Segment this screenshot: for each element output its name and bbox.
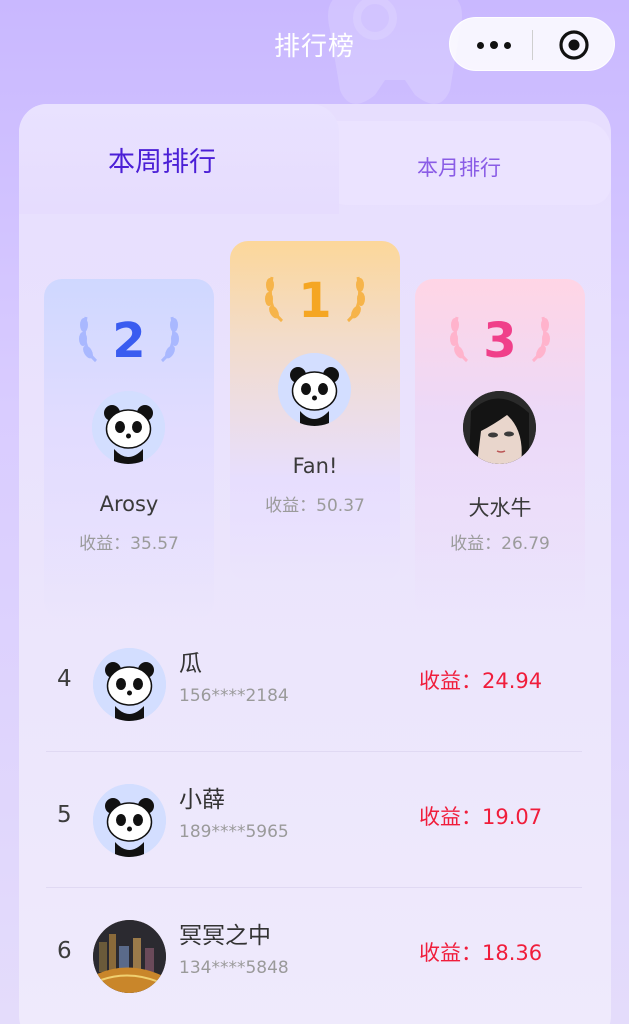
podium-name: Arosy <box>99 492 159 516</box>
close-target-icon[interactable] <box>557 28 591 62</box>
podium-name: 大水牛 <box>468 496 532 520</box>
avatar <box>93 648 166 721</box>
tab-weekly-ranking[interactable]: 本周排行 <box>108 140 216 179</box>
rank-number: 2 <box>112 313 146 369</box>
ranking-row[interactable]: 5 小薛 189****5965 收益：19.07 <box>46 752 584 889</box>
city-night-avatar-icon <box>93 920 166 993</box>
rank-number: 1 <box>298 273 332 329</box>
row-name: 瓜 <box>179 651 202 677</box>
row-rank: 6 <box>57 938 72 964</box>
panda-avatar-icon <box>93 784 166 857</box>
panda-avatar-icon <box>92 391 165 464</box>
row-name: 冥冥之中 <box>179 923 271 949</box>
laurel-right-icon <box>531 316 550 363</box>
laurel-right-icon <box>346 276 365 323</box>
mini-program-capsule <box>449 17 615 71</box>
avatar <box>93 920 166 993</box>
anime-girl-avatar-icon <box>463 391 536 464</box>
row-income: 收益：18.36 <box>419 941 543 965</box>
podium-third[interactable]: 3 大水牛 收益：26.79 <box>415 279 585 619</box>
row-rank: 5 <box>57 802 72 828</box>
rank-number: 3 <box>483 313 517 369</box>
ranking-row[interactable]: 4 瓜 156****2184 收益：24.94 <box>46 616 584 753</box>
avatar <box>92 391 165 464</box>
nav-bar: 排行榜 <box>0 0 629 104</box>
ranking-row[interactable]: 6 冥冥之中 134****5848 收益：18.36 <box>46 888 584 1024</box>
row-income: 收益：24.94 <box>419 669 543 693</box>
panda-avatar-icon <box>278 353 351 426</box>
capsule-divider <box>532 30 533 60</box>
panda-avatar-icon <box>93 648 166 721</box>
podium-name: Fan! <box>292 454 338 478</box>
podium-income: 收益：35.57 <box>79 534 179 554</box>
laurel-right-icon <box>160 316 179 363</box>
podium-income: 收益：50.37 <box>265 496 365 516</box>
tab-monthly-ranking[interactable]: 本月排行 <box>417 152 501 182</box>
more-icon[interactable] <box>468 28 520 62</box>
row-phone: 134****5848 <box>179 958 289 978</box>
podium-first[interactable]: 1 Fan! 收益：50.37 <box>230 241 400 581</box>
avatar <box>463 391 536 464</box>
ranking-card: 本周排行 本月排行 2 Arosy 收益：35.57 1 Fan! 收益：50.… <box>19 104 611 1024</box>
row-rank: 4 <box>57 666 72 692</box>
row-phone: 156****2184 <box>179 686 289 706</box>
podium-income: 收益：26.79 <box>450 534 550 554</box>
avatar <box>278 353 351 426</box>
row-phone: 189****5965 <box>179 822 289 842</box>
row-income: 收益：19.07 <box>419 805 543 829</box>
podium-second[interactable]: 2 Arosy 收益：35.57 <box>44 279 214 619</box>
row-name: 小薛 <box>179 787 225 813</box>
avatar <box>93 784 166 857</box>
